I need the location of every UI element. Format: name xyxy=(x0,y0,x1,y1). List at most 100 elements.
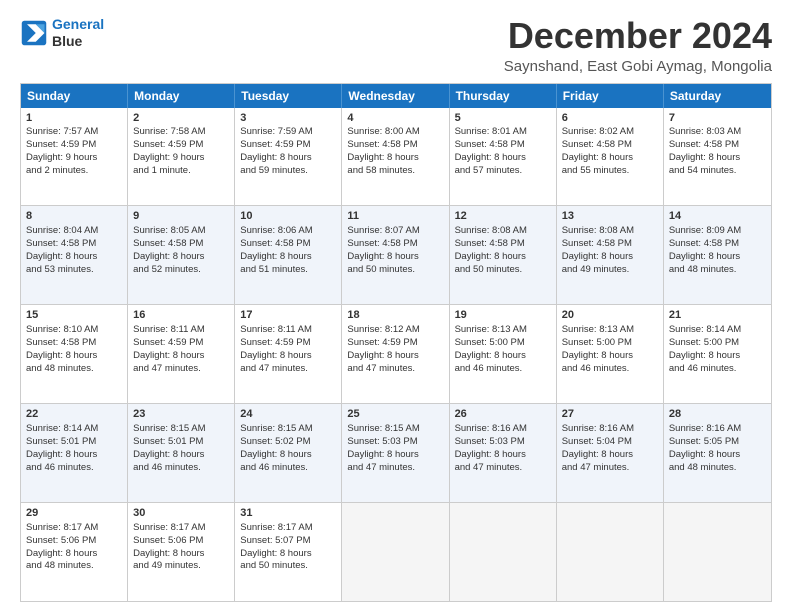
calendar-cell: 20Sunrise: 8:13 AMSunset: 5:00 PMDayligh… xyxy=(557,305,664,403)
calendar-cell xyxy=(664,503,771,601)
day-info-line: Sunset: 4:58 PM xyxy=(347,139,417,150)
calendar-cell: 19Sunrise: 8:13 AMSunset: 5:00 PMDayligh… xyxy=(450,305,557,403)
main-title: December 2024 xyxy=(504,16,772,56)
calendar-cell: 28Sunrise: 8:16 AMSunset: 5:05 PMDayligh… xyxy=(664,404,771,502)
day-info-line: Sunrise: 8:10 AM xyxy=(26,324,98,335)
day-number: 7 xyxy=(669,111,766,126)
day-info-line: and 46 minutes. xyxy=(240,462,308,473)
day-info-line: Sunset: 4:58 PM xyxy=(669,139,739,150)
day-info-line: Daylight: 8 hours xyxy=(562,152,633,163)
day-info-line: Daylight: 8 hours xyxy=(455,449,526,460)
subtitle: Saynshand, East Gobi Aymag, Mongolia xyxy=(504,58,772,75)
day-info-line: Daylight: 8 hours xyxy=(455,152,526,163)
calendar-row-5: 29 Sunrise: 8:17 AM Sunset: 5:06 PM Dayligh… xyxy=(21,502,771,601)
day-number: 27 xyxy=(562,407,658,422)
day-number: 22 xyxy=(26,407,122,422)
calendar-row-3: 15Sunrise: 8:10 AMSunset: 4:58 PMDayligh… xyxy=(21,304,771,403)
day-info-line: Daylight: 8 hours xyxy=(562,251,633,262)
day-info-line: Sunset: 5:06 PM xyxy=(133,535,203,546)
day-info-line: Sunrise: 8:14 AM xyxy=(26,423,98,434)
day-info-line: Sunset: 4:58 PM xyxy=(133,238,203,249)
page: General Blue December 2024 Saynshand, Ea… xyxy=(0,0,792,612)
day-info-line: Sunrise: 8:17 AM xyxy=(240,522,312,533)
day-number: 20 xyxy=(562,308,658,323)
calendar-cell: 29Sunrise: 8:17 AMSunset: 5:06 PMDayligh… xyxy=(21,503,128,601)
day-info-line: Daylight: 8 hours xyxy=(562,449,633,460)
day-info-line: Sunrise: 8:15 AM xyxy=(133,423,205,434)
day-number: 17 xyxy=(240,308,336,323)
calendar-cell: 25Sunrise: 8:15 AMSunset: 5:03 PMDayligh… xyxy=(342,404,449,502)
day-info-line: Sunset: 5:05 PM xyxy=(669,436,739,447)
calendar-cell: 8Sunrise: 8:04 AMSunset: 4:58 PMDaylight… xyxy=(21,206,128,304)
day-info-line: Daylight: 8 hours xyxy=(240,548,311,559)
day-info-line: Daylight: 8 hours xyxy=(240,449,311,460)
day-info-line: and 58 minutes. xyxy=(347,165,415,176)
day-info-line: Sunset: 4:59 PM xyxy=(347,337,417,348)
logo-icon xyxy=(20,19,48,47)
day-number: 12 xyxy=(455,209,551,224)
logo-text: General Blue xyxy=(52,16,104,50)
day-number: 15 xyxy=(26,308,122,323)
day-info-line: Sunrise: 8:04 AM xyxy=(26,225,98,236)
day-number: 18 xyxy=(347,308,443,323)
day-info-line: Sunrise: 8:14 AM xyxy=(669,324,741,335)
day-info-line: Sunrise: 8:13 AM xyxy=(562,324,634,335)
header-day-wednesday: Wednesday xyxy=(342,84,449,108)
day-info-line: Sunset: 5:06 PM xyxy=(26,535,96,546)
day-info-line: Sunrise: 8:09 AM xyxy=(669,225,741,236)
day-info-line: Daylight: 8 hours xyxy=(26,449,97,460)
day-info-line: Sunrise: 8:06 AM xyxy=(240,225,312,236)
day-info-line: Sunrise: 8:07 AM xyxy=(347,225,419,236)
calendar-cell: 9Sunrise: 8:05 AMSunset: 4:58 PMDaylight… xyxy=(128,206,235,304)
day-number: 31 xyxy=(240,506,336,521)
day-info-line: Sunset: 5:07 PM xyxy=(240,535,310,546)
calendar-cell: 6Sunrise: 8:02 AMSunset: 4:58 PMDaylight… xyxy=(557,108,664,206)
day-info-line: and 50 minutes. xyxy=(455,264,523,275)
calendar-cell: 2Sunrise: 7:58 AMSunset: 4:59 PMDaylight… xyxy=(128,108,235,206)
day-info-line: and 59 minutes. xyxy=(240,165,308,176)
day-info-line: and 50 minutes. xyxy=(347,264,415,275)
day-info-line: and 50 minutes. xyxy=(240,560,308,571)
day-info-line: Daylight: 8 hours xyxy=(133,449,204,460)
day-info-line: Sunset: 5:01 PM xyxy=(26,436,96,447)
day-info-line: Daylight: 8 hours xyxy=(133,548,204,559)
day-info-line: Sunrise: 8:05 AM xyxy=(133,225,205,236)
day-info-line: and 48 minutes. xyxy=(26,363,94,374)
day-info-line: and 53 minutes. xyxy=(26,264,94,275)
calendar-cell: 21Sunrise: 8:14 AMSunset: 5:00 PMDayligh… xyxy=(664,305,771,403)
calendar-cell: 23Sunrise: 8:15 AMSunset: 5:01 PMDayligh… xyxy=(128,404,235,502)
day-info-line: Sunrise: 8:15 AM xyxy=(240,423,312,434)
day-number: 5 xyxy=(455,111,551,126)
day-number: 29 xyxy=(26,506,122,521)
day-info-line: Daylight: 9 hours xyxy=(26,152,97,163)
calendar-cell: 26Sunrise: 8:16 AMSunset: 5:03 PMDayligh… xyxy=(450,404,557,502)
calendar: SundayMondayTuesdayWednesdayThursdayFrid… xyxy=(20,83,772,602)
day-number: 6 xyxy=(562,111,658,126)
day-info-line: Sunrise: 8:08 AM xyxy=(455,225,527,236)
day-info-line: Sunrise: 8:15 AM xyxy=(347,423,419,434)
day-info-line: Sunrise: 7:57 AM xyxy=(26,126,98,137)
day-info-line: Sunset: 4:58 PM xyxy=(347,238,417,249)
day-info-line: Sunset: 4:58 PM xyxy=(562,139,632,150)
day-info-line: Sunset: 5:00 PM xyxy=(455,337,525,348)
day-info-line: Sunrise: 8:16 AM xyxy=(669,423,741,434)
title-area: December 2024 Saynshand, East Gobi Aymag… xyxy=(504,16,772,75)
day-info-line: Daylight: 8 hours xyxy=(240,350,311,361)
day-info-line: Daylight: 8 hours xyxy=(347,350,418,361)
day-info-line: Sunset: 4:58 PM xyxy=(26,238,96,249)
day-info-line: Daylight: 8 hours xyxy=(669,449,740,460)
day-info-line: Sunrise: 8:13 AM xyxy=(455,324,527,335)
day-info-line: and 57 minutes. xyxy=(455,165,523,176)
day-info-line: Sunset: 4:58 PM xyxy=(240,238,310,249)
day-info-line: and 2 minutes. xyxy=(26,165,88,176)
day-info-line: and 47 minutes. xyxy=(562,462,630,473)
calendar-cell: 27Sunrise: 8:16 AMSunset: 5:04 PMDayligh… xyxy=(557,404,664,502)
day-number: 3 xyxy=(240,111,336,126)
day-number: 24 xyxy=(240,407,336,422)
day-info-line: Sunrise: 8:17 AM xyxy=(133,522,205,533)
day-info-line: Sunrise: 8:03 AM xyxy=(669,126,741,137)
header: General Blue December 2024 Saynshand, Ea… xyxy=(20,16,772,75)
day-info-line: and 47 minutes. xyxy=(133,363,201,374)
day-info-line: Daylight: 8 hours xyxy=(26,350,97,361)
calendar-body: 1Sunrise: 7:57 AMSunset: 4:59 PMDaylight… xyxy=(21,108,771,601)
